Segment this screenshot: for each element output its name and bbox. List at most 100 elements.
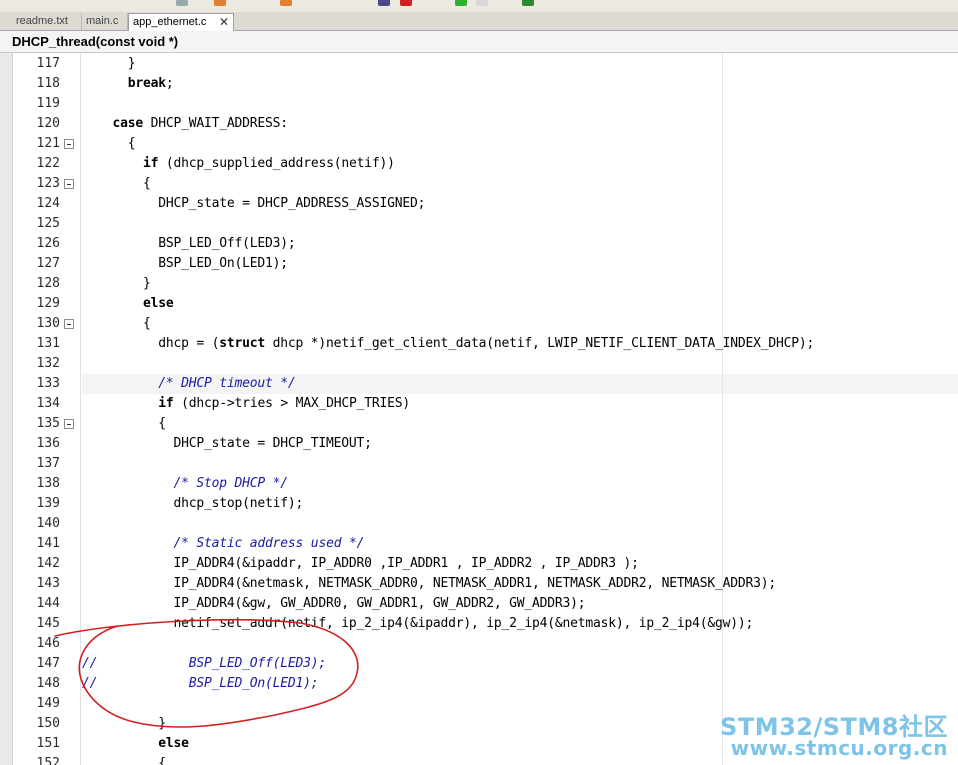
code-line[interactable]: 137 <box>0 454 958 474</box>
code-text: /* DHCP timeout */ <box>82 374 295 394</box>
code-text: { <box>82 414 166 434</box>
run-icon[interactable] <box>455 0 467 6</box>
code-line[interactable]: 145 netif_set_addr(netif, ip_2_ip4(&ipad… <box>0 614 958 634</box>
code-text: /* Stop DHCP */ <box>82 474 289 494</box>
toolbar-button-icon[interactable] <box>378 0 390 6</box>
code-line[interactable]: 143 IP_ADDR4(&netmask, NETMASK_ADDR0, NE… <box>0 574 958 594</box>
line-number: 142 <box>36 556 60 571</box>
code-line[interactable]: 121 { <box>0 134 958 154</box>
code-line[interactable]: 140 <box>0 514 958 534</box>
code-line[interactable]: 135 { <box>0 414 958 434</box>
line-number: 134 <box>36 396 60 411</box>
code-line[interactable]: 124 DHCP_state = DHCP_ADDRESS_ASSIGNED; <box>0 194 958 214</box>
line-number: 126 <box>36 236 60 251</box>
code-text: if (dhcp->tries > MAX_DHCP_TRIES) <box>82 394 410 414</box>
line-number: 121 <box>36 136 60 151</box>
code-token: { <box>82 176 151 191</box>
line-number: 136 <box>36 436 60 451</box>
comment: // BSP_LED_Off(LED3); <box>82 656 327 671</box>
code-line[interactable]: 129 else <box>0 294 958 314</box>
fold-toggle-icon[interactable] <box>64 179 74 189</box>
tab-app-ethernet[interactable]: app_ethernet.c ✕ <box>128 13 234 32</box>
tab-main[interactable]: main.c <box>82 13 128 31</box>
function-navigation-bar[interactable]: DHCP_thread(const void *) <box>0 31 958 53</box>
code-text: /* Static address used */ <box>82 534 365 554</box>
toolbar-button-icon[interactable] <box>214 0 226 6</box>
code-token: BSP_LED_On(LED1); <box>82 256 288 271</box>
code-line[interactable]: 126 BSP_LED_Off(LED3); <box>0 234 958 254</box>
code-line[interactable]: 117 } <box>0 54 958 74</box>
code-line[interactable]: 125 <box>0 214 958 234</box>
code-line[interactable]: 123 { <box>0 174 958 194</box>
code-line[interactable]: 130 { <box>0 314 958 334</box>
line-number: 147 <box>36 656 60 671</box>
toolbar-button-icon[interactable] <box>280 0 292 6</box>
keyword: else <box>143 296 174 311</box>
line-number: 151 <box>36 736 60 751</box>
code-line[interactable]: 128 } <box>0 274 958 294</box>
toolbar-button-icon[interactable] <box>476 0 488 6</box>
code-line[interactable]: 148 // BSP_LED_On(LED1); <box>0 674 958 694</box>
code-text: // BSP_LED_Off(LED3); <box>82 654 326 674</box>
code-text: case DHCP_WAIT_ADDRESS: <box>82 114 289 134</box>
code-line[interactable]: 139 dhcp_stop(netif); <box>0 494 958 514</box>
line-number: 133 <box>36 376 60 391</box>
toolbar-button-icon[interactable] <box>176 0 188 6</box>
code-token: DHCP_state = DHCP_ADDRESS_ASSIGNED; <box>82 196 426 211</box>
code-line[interactable]: 141 /* Static address used */ <box>0 534 958 554</box>
code-line[interactable]: 142 IP_ADDR4(&ipaddr, IP_ADDR0 ,IP_ADDR1… <box>0 554 958 574</box>
code-line[interactable]: 144 IP_ADDR4(&gw, GW_ADDR0, GW_ADDR1, GW… <box>0 594 958 614</box>
code-text: IP_ADDR4(&netmask, NETMASK_ADDR0, NETMAS… <box>82 574 777 594</box>
code-line[interactable]: 147 // BSP_LED_Off(LED3); <box>0 654 958 674</box>
code-line[interactable]: 146 <box>0 634 958 654</box>
code-editor[interactable]: 117 } 118 break; 119 120 case DHCP_WAIT_ADD… <box>0 53 958 765</box>
comment: /* Stop DHCP */ <box>173 476 289 491</box>
code-token: ; <box>165 76 174 91</box>
fold-toggle-icon[interactable] <box>64 319 74 329</box>
code-line[interactable]: 131 dhcp = (struct dhcp *)netif_get_clie… <box>0 334 958 354</box>
code-token: (dhcp_supplied_address(netif)) <box>158 156 395 171</box>
keyword: struct <box>219 336 266 351</box>
code-line[interactable]: 133 /* DHCP timeout */ <box>0 374 958 394</box>
code-line[interactable]: 120 case DHCP_WAIT_ADDRESS: <box>0 114 958 134</box>
line-number: 130 <box>36 316 60 331</box>
code-line[interactable]: 136 DHCP_state = DHCP_TIMEOUT; <box>0 434 958 454</box>
code-text: { <box>82 134 136 154</box>
code-line[interactable]: 134 if (dhcp->tries > MAX_DHCP_TRIES) <box>0 394 958 414</box>
code-token: } <box>82 56 136 71</box>
tab-readme[interactable]: readme.txt <box>12 13 82 31</box>
code-line[interactable]: 119 <box>0 94 958 114</box>
code-text: else <box>82 734 189 754</box>
code-line[interactable]: 132 <box>0 354 958 374</box>
line-number: 123 <box>36 176 60 191</box>
close-tab-icon[interactable]: ✕ <box>219 14 229 31</box>
code-token: IP_ADDR4(&ipaddr, IP_ADDR0 ,IP_ADDR1 , I… <box>82 556 639 571</box>
toolbar-button-icon[interactable] <box>522 0 534 6</box>
tab-label: readme.txt <box>16 15 68 27</box>
line-number: 117 <box>36 56 60 71</box>
code-line[interactable]: 118 break; <box>0 74 958 94</box>
line-number: 152 <box>36 756 60 765</box>
code-token: dhcp *)netif_get_client_data(netif, LWIP… <box>265 336 815 351</box>
code-token: { <box>82 416 166 431</box>
line-number: 124 <box>36 196 60 211</box>
code-token: IP_ADDR4(&gw, GW_ADDR0, GW_ADDR1, GW_ADD… <box>82 596 586 611</box>
code-line[interactable]: 138 /* Stop DHCP */ <box>0 474 958 494</box>
code-line[interactable]: 127 BSP_LED_On(LED1); <box>0 254 958 274</box>
watermark-url: www.stmcu.org.cn <box>730 736 948 760</box>
keyword: if <box>143 156 159 171</box>
code-token: DHCP_state = DHCP_TIMEOUT; <box>82 436 373 451</box>
keyword: case <box>112 116 144 131</box>
code-text: DHCP_state = DHCP_TIMEOUT; <box>82 434 373 454</box>
code-line[interactable]: 122 if (dhcp_supplied_address(netif)) <box>0 154 958 174</box>
comment: /* Static address used */ <box>173 536 365 551</box>
line-number: 139 <box>36 496 60 511</box>
stop-icon[interactable] <box>400 0 412 6</box>
fold-toggle-icon[interactable] <box>64 139 74 149</box>
code-token: { <box>82 316 151 331</box>
code-text: dhcp = (struct dhcp *)netif_get_client_d… <box>82 334 814 354</box>
fold-toggle-icon[interactable] <box>64 419 74 429</box>
code-token: dhcp_stop(netif); <box>82 496 304 511</box>
